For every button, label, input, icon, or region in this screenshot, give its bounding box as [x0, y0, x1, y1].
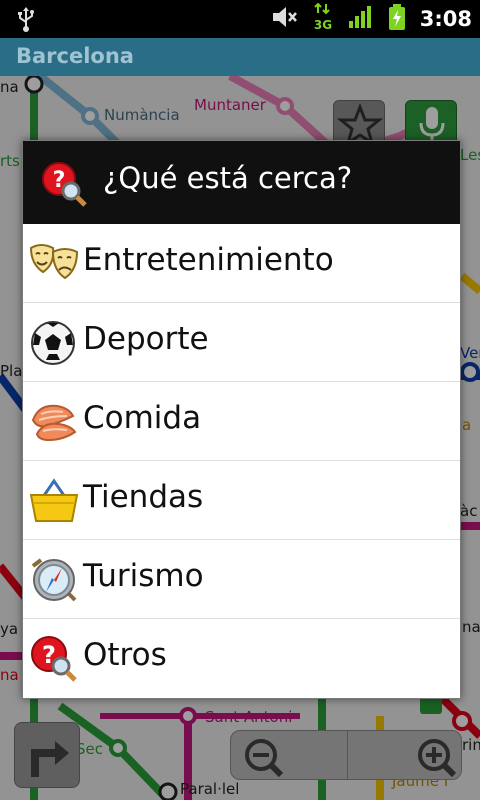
network-3g-icon: 3G: [312, 2, 334, 35]
clock: 3:08: [419, 7, 472, 31]
menu-item-label: Otros: [83, 637, 167, 673]
dialog-header: ? ¿Qué está cerca?: [23, 141, 460, 224]
signal-icon: [348, 5, 374, 33]
usb-icon: [16, 6, 36, 36]
battery-charging-icon: [388, 3, 406, 35]
app-title-bar: Barcelona: [0, 38, 480, 76]
question-magnifier-icon: ?: [29, 635, 79, 683]
question-magnifier-icon: ?: [41, 161, 87, 211]
menu-item-label: Tiendas: [83, 479, 204, 515]
menu-item-tiendas[interactable]: Tiendas: [23, 461, 460, 540]
menu-item-label: Comida: [83, 400, 202, 436]
app-title: Barcelona: [16, 44, 134, 68]
dialog-title: ¿Qué está cerca?: [103, 161, 353, 195]
menu-item-otros[interactable]: ? Otros: [23, 619, 460, 698]
mute-icon: [270, 4, 298, 34]
menu-item-entretenimiento[interactable]: Entretenimiento: [23, 224, 460, 303]
status-bar: 3G 3:08: [0, 0, 480, 38]
menu-item-deporte[interactable]: Deporte: [23, 303, 460, 382]
compass-icon: [29, 556, 79, 604]
svg-text:3G: 3G: [314, 18, 332, 31]
salmon-food-icon: [29, 398, 79, 446]
menu-item-turismo[interactable]: Turismo: [23, 540, 460, 619]
menu-item-label: Deporte: [83, 321, 209, 357]
menu-item-comida[interactable]: Comida: [23, 382, 460, 461]
soccer-ball-icon: [29, 319, 79, 367]
menu-item-label: Entretenimiento: [83, 242, 334, 278]
shopping-basket-icon: [29, 477, 79, 525]
menu-item-label: Turismo: [83, 558, 204, 594]
nearby-dialog: ? ¿Qué está cerca? Entretenimiento Depor…: [22, 140, 461, 699]
theater-masks-icon: [29, 240, 79, 288]
